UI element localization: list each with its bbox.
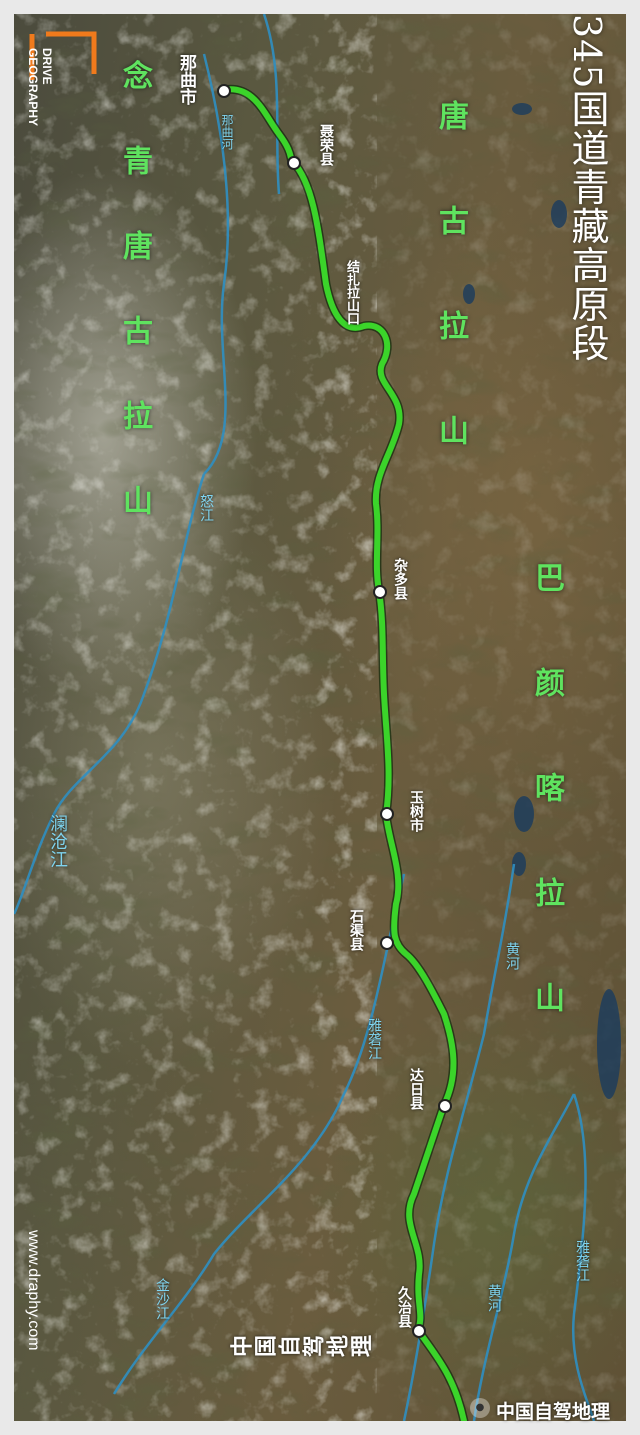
satellite-map[interactable]: 那曲市 聂荣县 杂多县 玉树市 石渠县 达日县 久治县 结扎拉山口 那曲河 怒江… (14, 14, 626, 1421)
city-point-shiqu[interactable] (380, 936, 394, 950)
river-label-naqu: 那曲河 (220, 114, 234, 150)
city-point-jiuzhi[interactable] (412, 1324, 426, 1338)
pass-label: 结扎拉山口 (344, 260, 359, 325)
city-point-naqu[interactable] (217, 84, 231, 98)
brand-vertical: 中国自驾地理 (230, 1336, 374, 1361)
city-label-zaduo: 杂多县 (392, 558, 408, 600)
city-point-dari[interactable] (438, 1099, 452, 1113)
city-point-yushu[interactable] (380, 807, 394, 821)
river-label-lancang: 澜沧江 (47, 814, 68, 868)
city-label-yushu: 玉树市 (408, 790, 424, 832)
mountain-label-nyainqentanglha: 念青唐古拉山 (117, 60, 152, 570)
mountain-label-bayankala: 巴颜喀拉山 (529, 562, 564, 1087)
river-label-yalong-2: 雅砻江 (574, 1240, 590, 1282)
city-label-nierong: 聂荣县 (318, 124, 334, 166)
river-label-nujiang: 怒江 (198, 494, 214, 522)
river-label-yellow-1: 黄河 (504, 942, 520, 970)
city-label-dari: 达日县 (408, 1068, 424, 1110)
map-title: 345国道青藏高原段 (565, 14, 609, 363)
brand-bottom: 中国自驾地理 (496, 1401, 611, 1423)
website-url[interactable]: www.draphy.com (24, 1230, 42, 1351)
city-point-zaduo[interactable] (373, 585, 387, 599)
river-label-jinsha: 金沙江 (154, 1278, 170, 1320)
logo-text: DRIVE GEOGRAPHY (26, 48, 54, 127)
city-label-naqu: 那曲市 (176, 54, 196, 105)
city-label-jiuzhi: 久治县 (396, 1286, 412, 1328)
city-label-shiqu: 石渠县 (348, 909, 364, 951)
watermark-icon: ● (470, 1398, 490, 1418)
river-label-yellow-2: 黄河 (486, 1284, 502, 1312)
mountain-label-tanggula: 唐古拉山 (433, 100, 468, 520)
river-label-yalong: 雅砻江 (366, 1018, 382, 1060)
city-point-nierong[interactable] (287, 156, 301, 170)
